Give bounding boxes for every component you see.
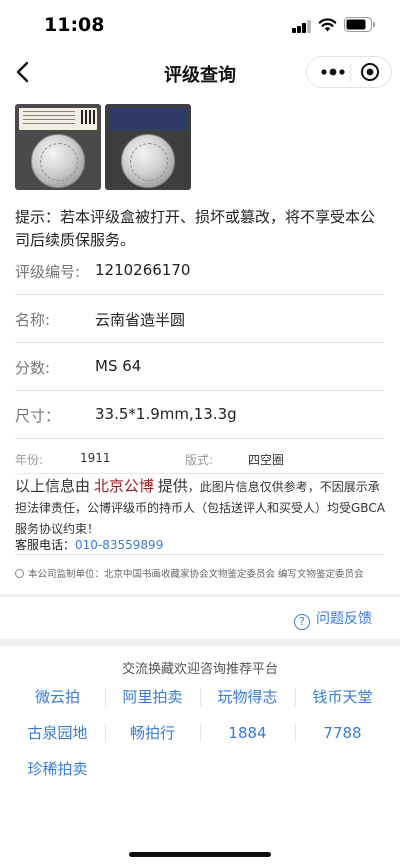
signal-icon: [292, 20, 312, 33]
platforms-title: 交流换藏欢迎咨询推荐平台: [121, 662, 278, 677]
platform-link[interactable]: 畅拍行: [105, 716, 200, 750]
slab-label: [19, 108, 97, 130]
miniapp-capsule: [306, 56, 392, 88]
slab-label: [109, 108, 187, 130]
platform-link[interactable]: 玩物得志: [200, 680, 295, 714]
info-label: 名称:: [15, 311, 51, 329]
info-label: 评级编号:: [15, 263, 81, 281]
capsule-divider: [350, 64, 351, 82]
source-lead: 以上信息由: [15, 477, 91, 495]
year-label: 年份:: [15, 453, 44, 467]
battery-icon: [344, 17, 375, 32]
supervise-text: 本公司监制单位：北京中国书画收藏家协会文物鉴定委员会 编写文物鉴定委员会: [28, 569, 364, 580]
divider: [15, 554, 384, 555]
source-statement: 以上信息由 北京公博 提供，此图片信息仅供参考，不因展示承担法律责任，公博评级币…: [15, 476, 385, 540]
platform-link[interactable]: 1884: [200, 716, 295, 750]
platform-link[interactable]: 古泉园地: [10, 716, 105, 750]
more-icon[interactable]: [317, 57, 349, 87]
source-brand: 北京公博: [93, 477, 154, 495]
info-row-size: 尺寸： 33.5*1.9mm,13.3g: [15, 391, 384, 439]
home-indicator[interactable]: [129, 852, 271, 857]
feedback-button[interactable]: ? 问题反馈: [294, 608, 372, 630]
coin-image: [121, 134, 175, 188]
info-label: 分数:: [15, 359, 51, 377]
status-bar: 11:08: [0, 0, 400, 50]
service-line: 客服电话：010-83559899: [15, 536, 163, 553]
source-provide: 提供: [157, 477, 188, 495]
info-value: 1210266170: [95, 261, 191, 279]
coin-back-photo[interactable]: [105, 104, 191, 190]
nav-bar: 评级查询: [0, 50, 400, 94]
info-row-year-version: 年份: 1911 版式: 四空圈: [15, 440, 384, 474]
notice-text: 提示：若本评级盒被打开、损坏或篡改，将不享受本公司后续质保服务。: [15, 208, 376, 249]
info-row-name: 名称: 云南省造半圆: [15, 295, 384, 343]
info-value: MS 64: [95, 357, 142, 375]
wifi-icon: [318, 18, 337, 32]
platform-link[interactable]: 钱币天堂: [295, 680, 390, 714]
info-value: 33.5*1.9mm,13.3g: [95, 405, 237, 423]
version-value: 四空圈: [248, 453, 285, 467]
info-row-grade-number: 评级编号: 1210266170: [15, 247, 384, 295]
supervise-note: 本公司监制单位：北京中国书画收藏家协会文物鉴定委员会 编写文物鉴定委员会: [15, 566, 364, 580]
platform-link[interactable]: 微云拍: [10, 680, 105, 714]
platform-link[interactable]: 7788: [295, 716, 390, 750]
info-icon: [15, 569, 24, 578]
feedback-bar: ? 问题反馈: [0, 597, 400, 639]
info-label: 尺寸：: [15, 407, 61, 425]
service-label: 客服电话：: [15, 538, 76, 552]
year-value: 1911: [80, 451, 111, 465]
close-miniapp-icon[interactable]: [360, 62, 380, 82]
service-phone-link[interactable]: 010-83559899: [75, 538, 163, 552]
version-label: 版式:: [185, 453, 214, 467]
info-value: 云南省造半圆: [95, 311, 186, 329]
feedback-label: 问题反馈: [316, 611, 372, 627]
platform-link[interactable]: 珍稀拍卖: [10, 752, 105, 786]
status-time: 11:08: [44, 14, 105, 36]
platform-link[interactable]: 阿里拍卖: [105, 680, 200, 714]
info-row-score: 分数: MS 64: [15, 343, 384, 391]
coin-front-photo[interactable]: [15, 104, 101, 190]
coin-image: [31, 134, 85, 188]
help-icon: ?: [294, 614, 310, 630]
